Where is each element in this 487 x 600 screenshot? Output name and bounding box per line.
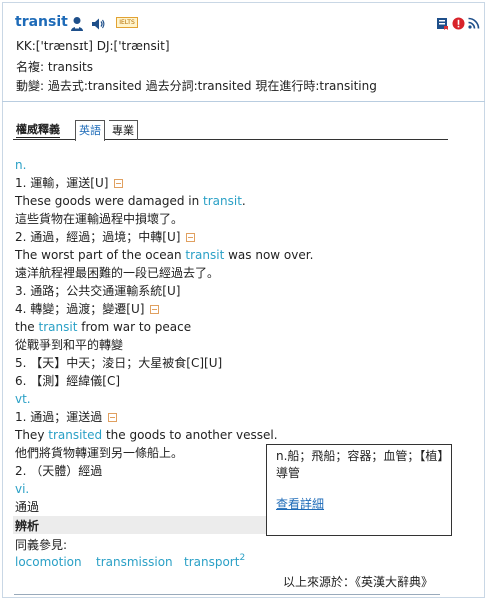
book-icon[interactable]: [436, 17, 449, 30]
source-credit: 以上來源於：《英漢大辭典》: [283, 575, 434, 589]
example-text: They: [15, 428, 49, 442]
example-keyword: transit: [203, 194, 242, 208]
example-keyword: transited: [48, 428, 103, 442]
sense-vi1: 通過: [15, 500, 40, 514]
sense-text: 1. 運輸，運送[U]: [15, 176, 109, 190]
translation-n4: 從戰爭到和平的轉變: [15, 338, 124, 352]
example-text: the goods to another vessel.: [102, 428, 278, 442]
popup-definition: n.船；飛船；容器；血管；【植】導管: [276, 449, 444, 480]
sense-text: 4. 轉變；過渡；變遷[U]: [15, 302, 145, 316]
expand-icon[interactable]: [114, 179, 124, 188]
person-icon[interactable]: [70, 16, 84, 32]
link-transport[interactable]: transport2: [184, 553, 246, 569]
example-text: The worst part of the ocean: [15, 248, 186, 262]
example-text: .: [241, 194, 246, 208]
verb-forms: 動變: 過去式:transited 過去分詞:transited 現在進行時:t…: [16, 79, 377, 93]
plural-forms: 名複: transits: [16, 60, 93, 74]
view-details-link[interactable]: 查看詳細: [276, 495, 324, 512]
ielts-badge: IELTS: [116, 17, 138, 28]
example-n2: The worst part of the ocean transit was …: [15, 247, 313, 263]
link-locomotion[interactable]: locomotion: [15, 555, 82, 569]
link-transmission[interactable]: transmission: [96, 555, 173, 569]
example-keyword: transit: [185, 248, 225, 262]
analysis-bar[interactable]: [13, 516, 267, 534]
divider: [14, 594, 440, 595]
translation-n2: 遠洋航程裡最困難的一段已經過去了。: [15, 266, 220, 280]
expand-icon[interactable]: [108, 413, 118, 422]
definition-tabs: 權威釋義 英語 專業: [13, 120, 448, 141]
expand-icon[interactable]: [186, 233, 196, 242]
sense-n6: 6. 【測】經緯儀[C]: [15, 374, 121, 388]
homograph-number: 2: [239, 553, 246, 563]
tab-english-chinese[interactable]: 英語: [75, 120, 105, 141]
sense-n4: 4. 轉變；過渡；變遷[U]: [15, 301, 160, 317]
sense-n5: 5. 【天】中天；淩日；大星被食[C][U]: [15, 356, 223, 370]
example-text: These goods were damaged in: [15, 194, 204, 208]
speaker-icon[interactable]: [91, 17, 105, 31]
tooltip-popup: n.船；飛船；容器；血管；【植】導管 查看詳細: [266, 444, 452, 536]
pos-intransitive-verb: vi.: [15, 482, 30, 496]
sense-text: 1. 通過；運送過: [15, 410, 103, 424]
example-text: the: [15, 320, 39, 334]
pos-transitive-verb: vt.: [15, 392, 31, 406]
see-also-label: 同義參見:: [15, 538, 68, 552]
sense-n2: 2. 通過，經過；過境；中轉[U]: [15, 229, 196, 245]
rss-icon[interactable]: [468, 17, 480, 29]
headword: transit: [15, 14, 68, 30]
sense-vt1: 1. 通過；運送過: [15, 409, 118, 425]
translation-n1: 這些貨物在運輸過程中損壞了。: [15, 212, 184, 226]
example-keyword: transit: [38, 320, 78, 334]
report-icon[interactable]: [452, 17, 465, 30]
example-n4: the transit from war to peace: [15, 319, 191, 335]
translation-vt1: 他們將貨物轉運到另一條船上。: [15, 446, 184, 460]
analysis-label: 辨析: [15, 519, 40, 533]
example-text: was now over.: [224, 248, 314, 262]
tab-authority[interactable]: 權威釋義: [13, 120, 63, 140]
sense-n3: 3. 通路；公共交通運輸系統[U]: [15, 284, 181, 298]
expand-icon[interactable]: [150, 305, 160, 314]
pronunciation: KK:['trænsɪt] DJ:['trænsit]: [16, 39, 170, 53]
sense-text: 2. 通過，經過；過境；中轉[U]: [15, 230, 181, 244]
word-header: transit IELTS KK:['trænsɪt] DJ:['trænsit…: [2, 2, 485, 102]
sense-n1: 1. 運輸，運送[U]: [15, 175, 124, 191]
tab-professional[interactable]: 專業: [109, 120, 138, 140]
example-text: from war to peace: [77, 320, 192, 334]
sense-vt2: 2. （天體）經過: [15, 464, 103, 478]
example-vt1: They transited the goods to another vess…: [15, 427, 278, 443]
pos-noun: n.: [15, 158, 27, 172]
example-n1: These goods were damaged in transit.: [15, 193, 246, 209]
link-transport-text: transport: [184, 555, 240, 569]
